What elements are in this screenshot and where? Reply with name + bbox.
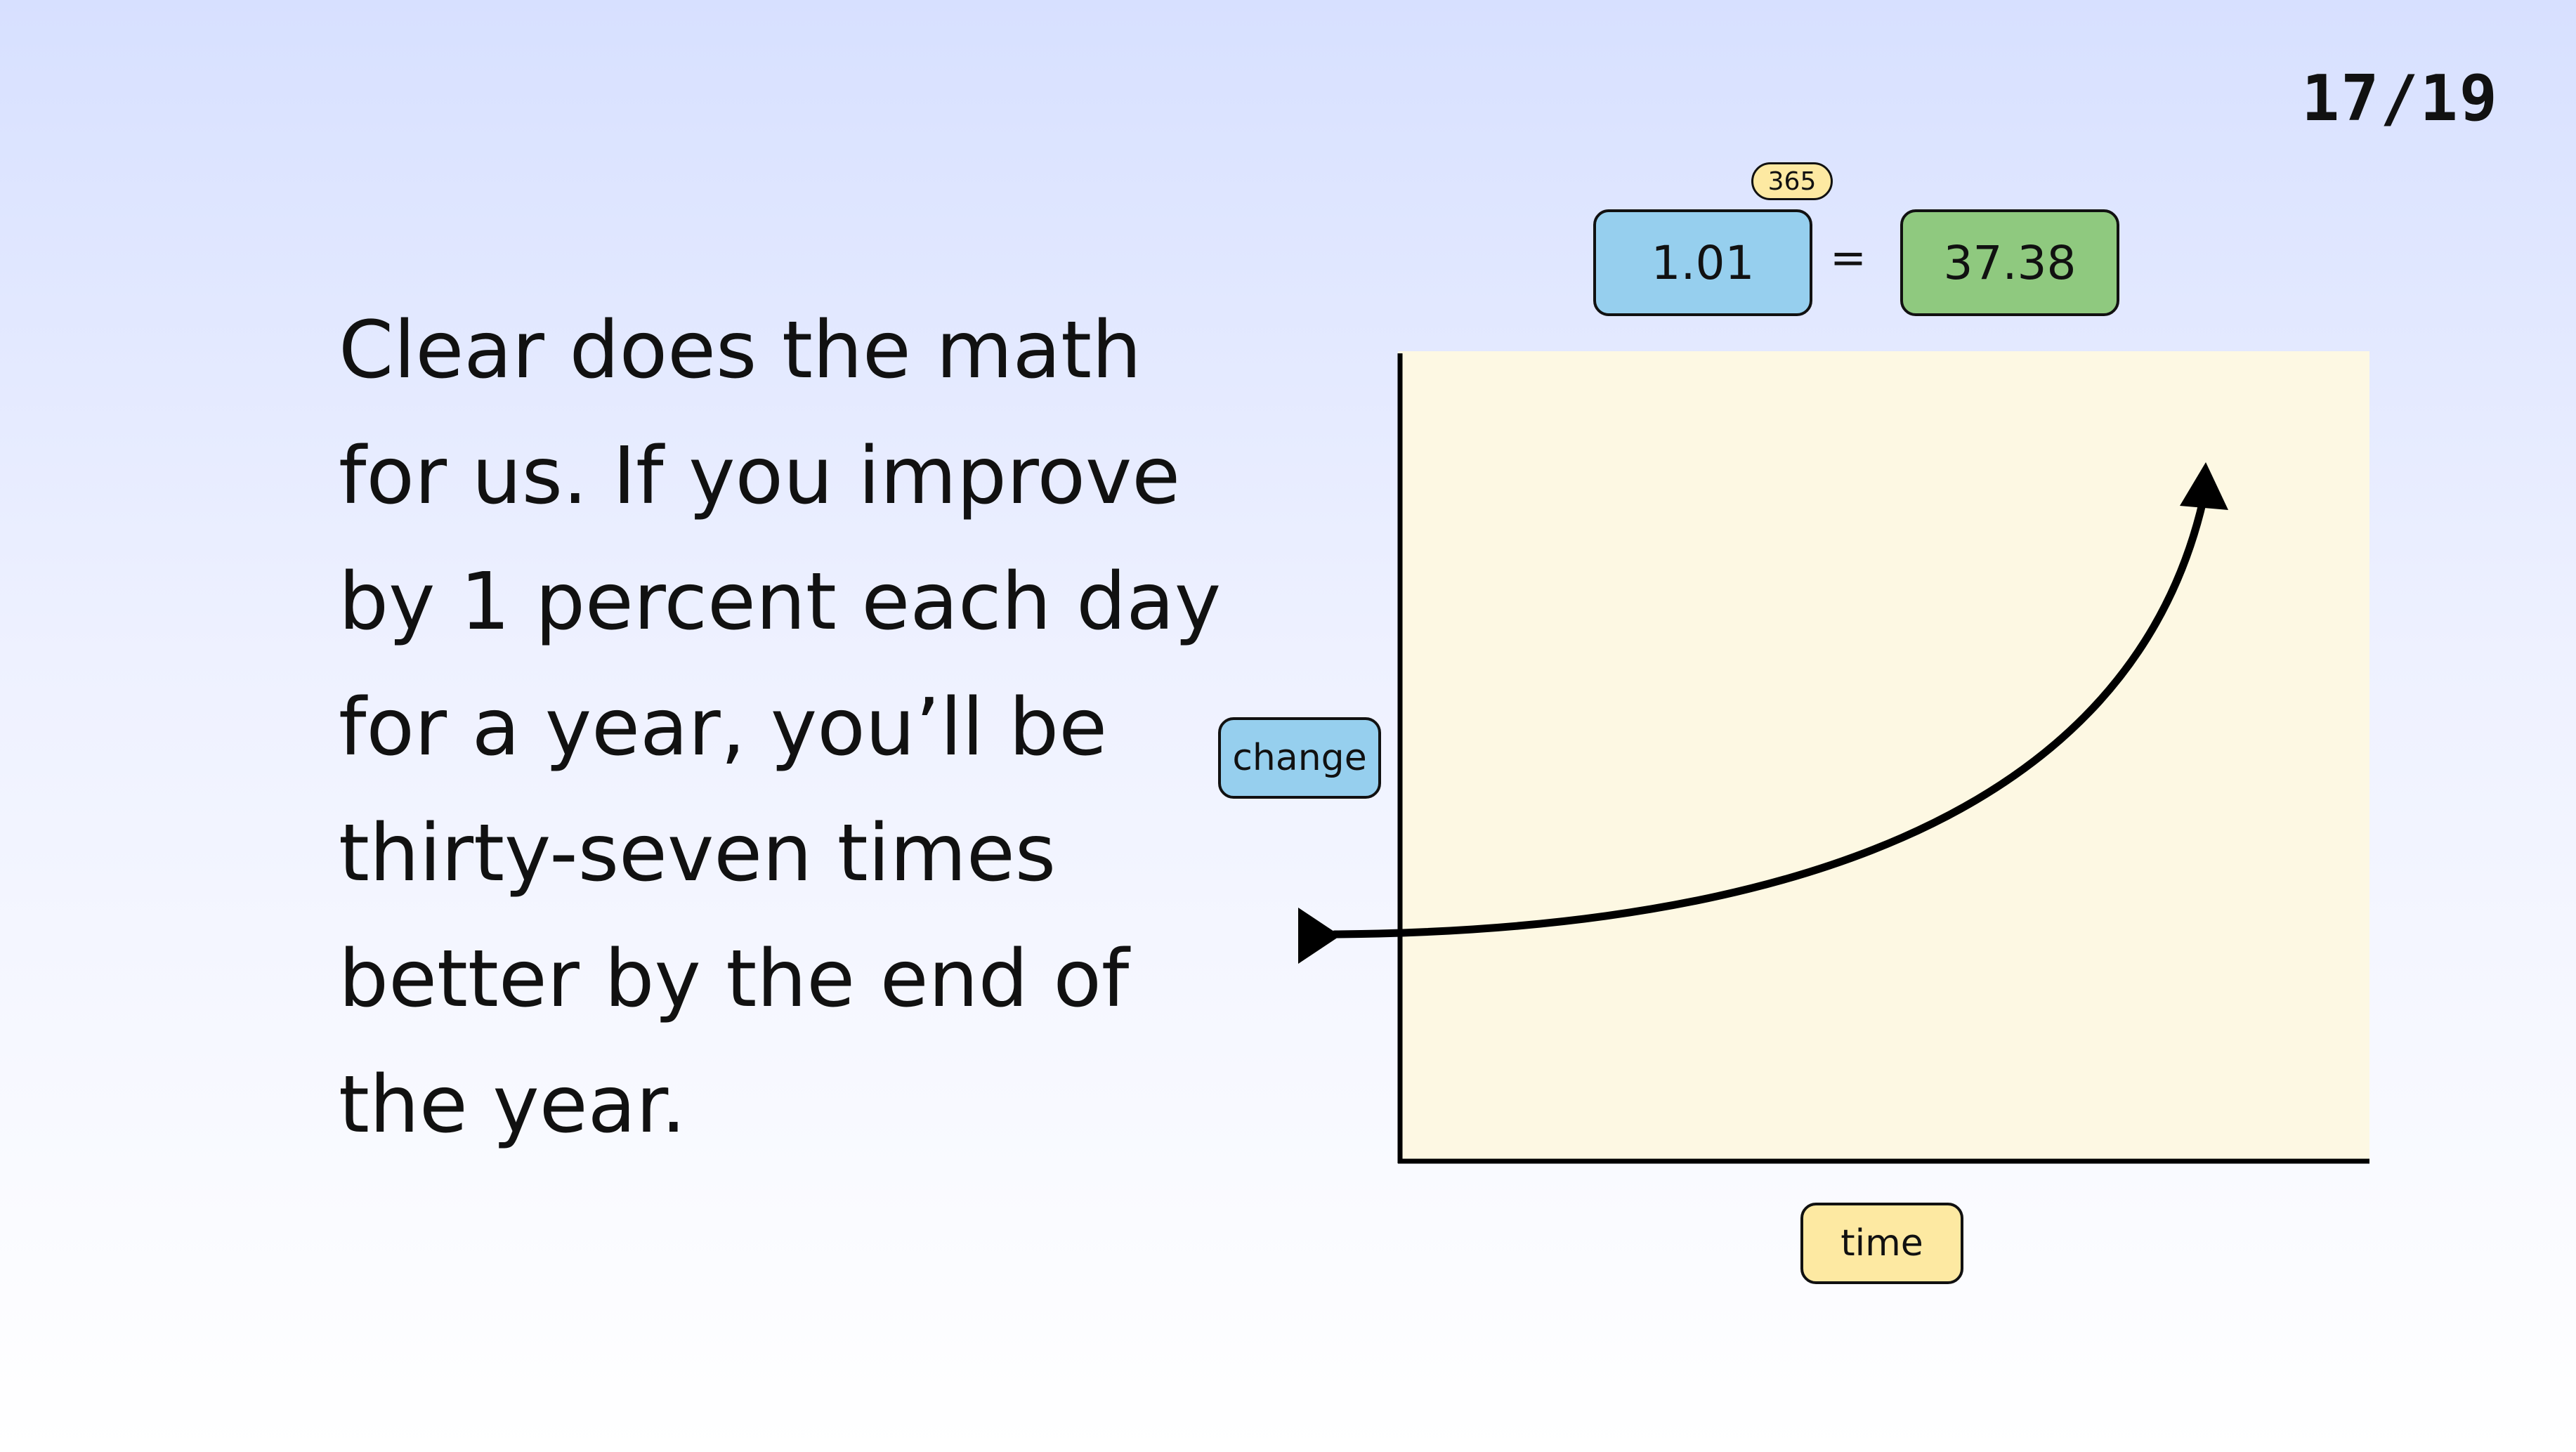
curve-start-arrowhead xyxy=(1298,908,1340,964)
y-axis-label: change xyxy=(1218,717,1381,799)
plot-area xyxy=(1398,351,2369,1161)
x-axis-label: time xyxy=(1800,1203,1963,1284)
